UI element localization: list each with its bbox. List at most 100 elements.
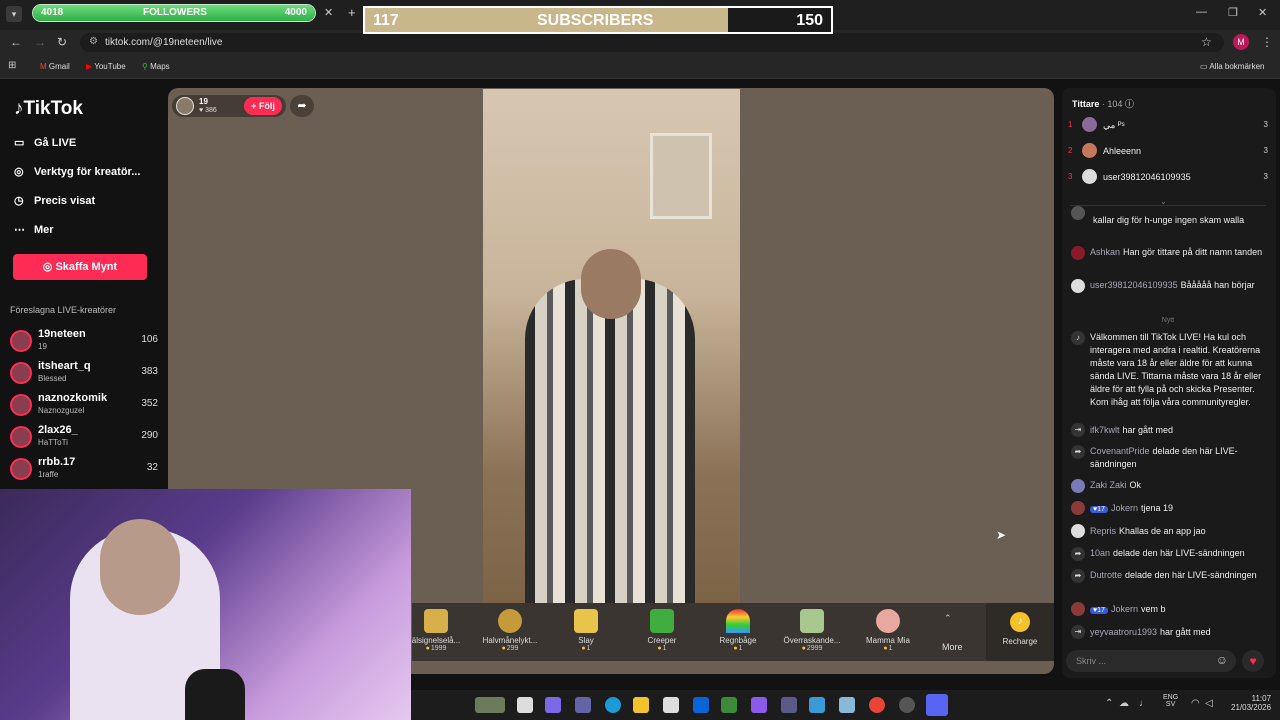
file-explorer-icon[interactable]	[633, 697, 649, 713]
store-icon[interactable]	[663, 697, 679, 713]
creator-item[interactable]: rrbb.17 1raffe 32	[8, 456, 158, 486]
volume-icon[interactable]: ◁	[1205, 698, 1213, 709]
language-indicator[interactable]: ENG SV	[1163, 694, 1178, 708]
tray-chevron-icon[interactable]: ⌃	[1105, 698, 1113, 709]
chrome-icon[interactable]	[869, 697, 885, 713]
back-icon[interactable]: ←	[10, 35, 22, 49]
subscribers-goal: 150	[796, 12, 823, 29]
profile-avatar[interactable]: M	[1233, 34, 1249, 50]
clock[interactable]: 11:07 21/03/2026	[1231, 694, 1271, 712]
outlook-icon[interactable]	[693, 697, 709, 713]
chat-message: Ashkan Han gör tittare på ditt namn tande…	[1090, 247, 1263, 257]
followers-label: FOLLOWERS	[143, 7, 207, 18]
close-window-icon[interactable]: ✕	[1258, 6, 1267, 19]
app-icon[interactable]	[899, 697, 915, 713]
chat-message: user39812046109935 Bååååå han börjar	[1090, 280, 1255, 290]
site-info-icon[interactable]: ⚙	[89, 36, 98, 47]
system-message: Välkommen till TikTok LIVE! Ha kul och i…	[1090, 332, 1262, 407]
cloud-icon[interactable]: ☁	[1119, 698, 1129, 709]
edge-icon[interactable]	[605, 697, 621, 713]
crescent-lantern-icon	[498, 609, 522, 633]
app-icon[interactable]	[781, 697, 797, 713]
chat-message: 10an delade den här LIVE-sändningen	[1090, 548, 1245, 558]
bookmark-gmail[interactable]: M Gmail	[40, 62, 70, 71]
tab-list-icon[interactable]: ▾	[6, 6, 22, 22]
creator-item[interactable]: 19neteen 19 106	[8, 328, 158, 358]
divider	[1070, 205, 1266, 206]
calculator-icon[interactable]	[839, 697, 855, 713]
creeper-icon	[650, 609, 674, 633]
nav-recently-viewed[interactable]: ◷ Precis visat	[14, 194, 95, 207]
host-head	[581, 249, 641, 319]
creator-item[interactable]: naznozkomik Naznozguzel 352	[8, 392, 158, 422]
nav-go-live[interactable]: ▭ Gå LIVE	[14, 136, 76, 149]
close-tab-icon[interactable]: ✕	[324, 6, 333, 19]
avatar	[10, 362, 32, 384]
streamer-head	[100, 519, 180, 615]
youtube-icon: ▶	[86, 62, 95, 71]
chat-input[interactable]: Skriv ... ☺	[1066, 650, 1236, 672]
discord-icon[interactable]	[926, 694, 948, 716]
top-viewer-row[interactable]: 2 Ahleeenn 3	[1068, 142, 1268, 162]
new-tab-icon[interactable]: +	[348, 5, 356, 20]
photos-icon[interactable]	[809, 697, 825, 713]
mouse-cursor: ➤	[996, 528, 1007, 542]
game-app-icon[interactable]	[751, 697, 767, 713]
creator-item[interactable]: 2lax26_ HaTToTi 290	[8, 424, 158, 454]
top-viewer-row[interactable]: 3 user39812046109935 3	[1068, 168, 1268, 188]
menu-icon[interactable]: ⋮	[1261, 35, 1273, 49]
wifi-icon[interactable]: ◠	[1191, 698, 1200, 709]
gift-more-button[interactable]: More	[942, 642, 963, 652]
gift-item[interactable]: Halvmånelykt...299	[474, 609, 546, 652]
info-icon[interactable]: ⓘ	[1125, 99, 1134, 109]
subscribers-goal-bar: 117 SUBSCRIBERS 150	[363, 6, 833, 34]
mic-icon[interactable]: ♩	[1139, 698, 1149, 709]
url-text[interactable]: tiktok.com/@19neteen/live	[105, 37, 222, 48]
get-coins-button[interactable]: ◎ Skaffa Mynt	[13, 254, 147, 280]
apps-grid-icon[interactable]: ⊞	[8, 60, 16, 71]
forward-icon[interactable]: →	[34, 35, 46, 49]
like-heart-button[interactable]: ♥	[1242, 650, 1264, 672]
nav-creator-tools[interactable]: ◎ Verktyg för kreatör...	[14, 165, 140, 178]
gift-item[interactable]: Mamma Mia1	[852, 609, 924, 652]
microphone	[185, 669, 245, 720]
url-bar[interactable]	[80, 33, 1224, 52]
bookmark-star-icon[interactable]: ☆	[1201, 35, 1212, 49]
all-bookmarks[interactable]: ▭ Alla bokmärken	[1200, 62, 1264, 71]
new-messages-divider: Nytt	[1161, 317, 1175, 324]
follow-button[interactable]: + Följ	[244, 97, 282, 115]
rainbow-icon	[726, 609, 750, 633]
top-viewer-row[interactable]: 1 مي ᴾˢ 3	[1068, 116, 1268, 136]
join-icon: ⇥	[1071, 423, 1085, 437]
avatar	[1071, 479, 1085, 493]
emoji-icon[interactable]: ☺	[1216, 653, 1228, 667]
bookmark-maps[interactable]: ⚲ Maps	[142, 62, 170, 71]
teams-icon[interactable]	[575, 697, 591, 713]
gift-item[interactable]: Överraskande...2999	[776, 609, 848, 652]
chevron-up-icon[interactable]: ⌃	[944, 613, 952, 624]
reload-icon[interactable]: ↻	[57, 35, 67, 49]
gift-item[interactable]: Creeper1	[626, 609, 698, 652]
wall-frame	[650, 133, 712, 219]
nav-more[interactable]: ⋯ Mer	[14, 223, 54, 236]
copilot-icon[interactable]	[545, 697, 561, 713]
host-avatar[interactable]	[176, 97, 194, 115]
creator-item[interactable]: itsheart_q Blessed 383	[8, 360, 158, 390]
gift-item[interactable]: Slay1	[550, 609, 622, 652]
widgets-icon[interactable]	[475, 697, 505, 713]
maximize-icon[interactable]: ❐	[1228, 6, 1238, 19]
avatar	[1071, 279, 1085, 293]
bookmark-youtube[interactable]: ▶ YouTube	[86, 62, 126, 71]
live-video[interactable]	[483, 89, 740, 603]
gift-item[interactable]: Regnbåge1	[702, 609, 774, 652]
tiktok-logo[interactable]: ♪TikTok	[14, 98, 83, 120]
task-view-icon[interactable]	[517, 697, 533, 713]
chat-message: ♥17 Jokern tjena 19	[1090, 502, 1270, 516]
share-icon[interactable]: ➦	[290, 95, 314, 117]
minimize-icon[interactable]: —	[1196, 6, 1207, 18]
join-icon: ⇥	[1071, 625, 1085, 639]
followers-goal: 4000	[284, 7, 307, 18]
recharge-button[interactable]: ♪ Recharge	[986, 603, 1054, 661]
webcam-overlay	[0, 489, 411, 720]
shield-icon[interactable]	[721, 697, 737, 713]
